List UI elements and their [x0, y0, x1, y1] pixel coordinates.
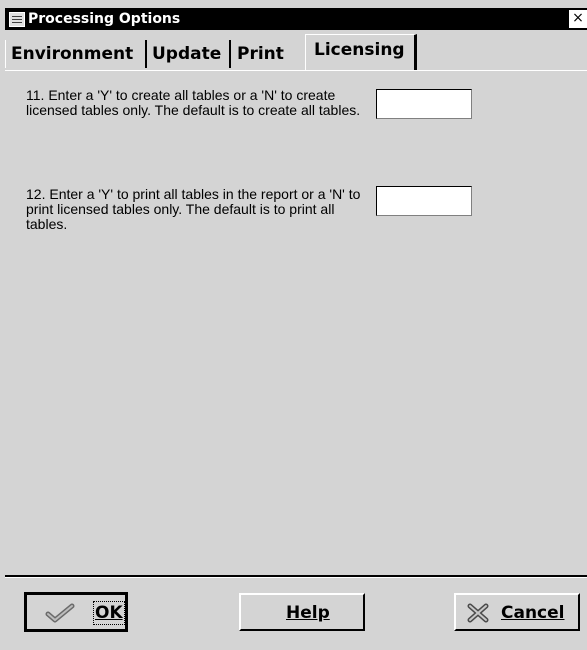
ok-button[interactable]: OK — [24, 592, 128, 632]
processing-options-window: Processing Options × Environment Update … — [0, 0, 587, 650]
tab-environment-label: Environment — [11, 44, 134, 64]
tab-update-label: Update — [152, 44, 222, 64]
tab-licensing-label: Licensing — [314, 40, 405, 60]
tab-environment[interactable]: Environment — [5, 40, 147, 68]
tab-print-label: Print — [237, 44, 284, 64]
footer-divider — [5, 575, 587, 578]
window-title: Processing Options — [28, 11, 181, 27]
licensing-panel: 11. Enter a 'Y' to create all tables or … — [5, 70, 587, 576]
cancel-button-face: Cancel — [456, 595, 578, 629]
close-button[interactable]: × — [569, 10, 587, 28]
tab-strip: Environment Update Print Licensing — [5, 32, 587, 71]
checkmark-icon — [45, 603, 75, 623]
option-12-description: 12. Enter a 'Y' to print all tables in t… — [26, 186, 361, 232]
help-button-face: Help — [241, 595, 363, 629]
help-button[interactable]: Help — [239, 593, 365, 631]
option-12-input[interactable] — [376, 186, 472, 216]
tab-update[interactable]: Update — [147, 40, 231, 68]
option-11-description: 11. Enter a 'Y' to create all tables or … — [26, 87, 361, 118]
cancel-button[interactable]: Cancel — [454, 593, 580, 631]
ok-button-face: OK — [27, 595, 125, 629]
cancel-button-label: Cancel — [501, 603, 565, 623]
window-icon — [9, 12, 25, 27]
help-button-label: Help — [286, 603, 330, 623]
ok-button-label: OK — [93, 601, 125, 625]
x-mark-icon — [467, 603, 489, 623]
tab-licensing[interactable]: Licensing — [305, 34, 417, 71]
option-11-input[interactable] — [376, 89, 472, 119]
title-bar[interactable]: Processing Options × — [5, 8, 587, 30]
tab-print[interactable]: Print — [232, 40, 298, 68]
